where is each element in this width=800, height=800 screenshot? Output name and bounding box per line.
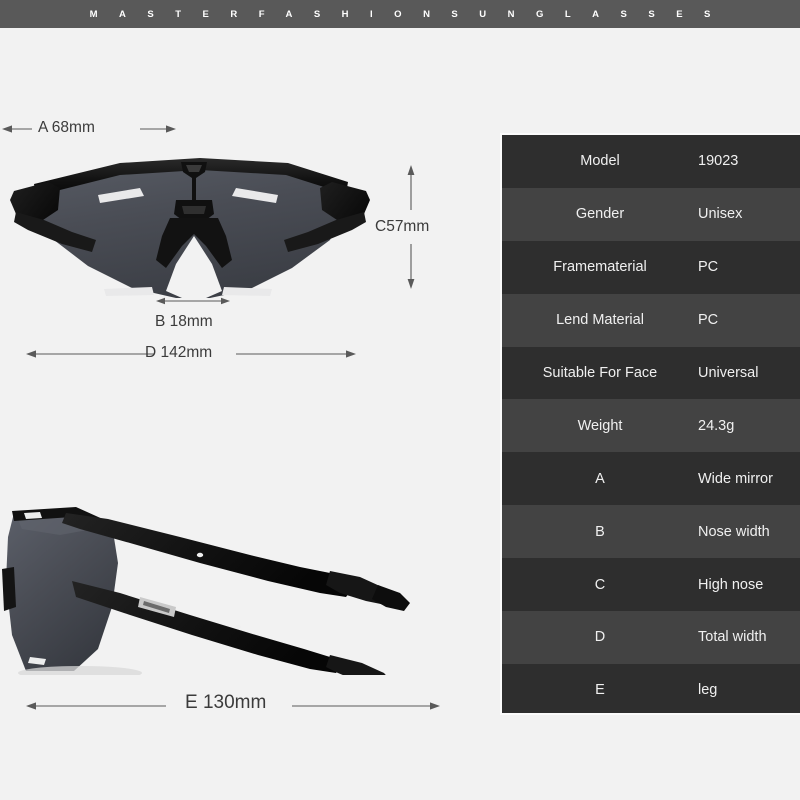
spec-key: Gender (575, 206, 625, 223)
brand-title: MASTERFASHIONSUNGLASSES (89, 8, 732, 20)
spec-value: 24.3g (698, 417, 735, 434)
spec-value: PC (698, 259, 719, 276)
table-row: A Wide mirror (502, 452, 800, 506)
spec-key: Framematerial (553, 259, 647, 276)
spec-key: Weight (577, 417, 623, 434)
dimension-label-a: A 68mm (38, 119, 95, 136)
spec-key: C (594, 576, 606, 593)
table-row: Gender Unisex (502, 187, 800, 241)
sunglasses-side-view (2, 507, 410, 675)
table-row: Model 19023 (502, 135, 800, 188)
spec-value: 19023 (698, 153, 739, 170)
spec-value: Wide mirror (698, 470, 773, 487)
dimension-label-d: D 142mm (145, 344, 213, 361)
spec-key: A (595, 470, 605, 487)
table-row: Lend Material PC (502, 293, 800, 347)
table-row: E leg (502, 663, 800, 713)
table-row: Weight 24.3g (502, 399, 800, 453)
spec-value: Total width (698, 629, 767, 646)
spec-key: D (594, 629, 606, 646)
spec-value: Nose width (698, 523, 770, 540)
specification-table: Model 19023 Gender Unisex Framematerial … (500, 133, 800, 715)
table-row: Framematerial PC (502, 240, 800, 294)
spec-value: Universal (698, 365, 759, 381)
brand-header-bar: MASTERFASHIONSUNGLASSES (0, 0, 800, 28)
spec-key: Model (580, 153, 620, 170)
table-row: Suitable For Face Universal (502, 346, 800, 400)
spec-value: leg (698, 682, 718, 699)
spec-key: Lend Material (556, 312, 644, 329)
table-row: B Nose width (502, 505, 800, 559)
dimension-arrow-b (156, 297, 230, 305)
spec-key: B (595, 523, 605, 540)
table-row: D Total width (502, 611, 800, 664)
spec-key: E (595, 682, 605, 699)
dimension-label-e: E 130mm (185, 692, 267, 713)
spec-value: High nose (698, 576, 764, 593)
sunglasses-front-view (10, 158, 370, 298)
spec-value: PC (698, 312, 719, 329)
table-row: C High nose (502, 558, 800, 612)
dimension-label-c: C57mm (375, 218, 430, 235)
dimension-label-b: B 18mm (155, 313, 213, 330)
spec-key: Suitable For Face (542, 365, 658, 381)
spec-value: Unisex (698, 206, 743, 223)
